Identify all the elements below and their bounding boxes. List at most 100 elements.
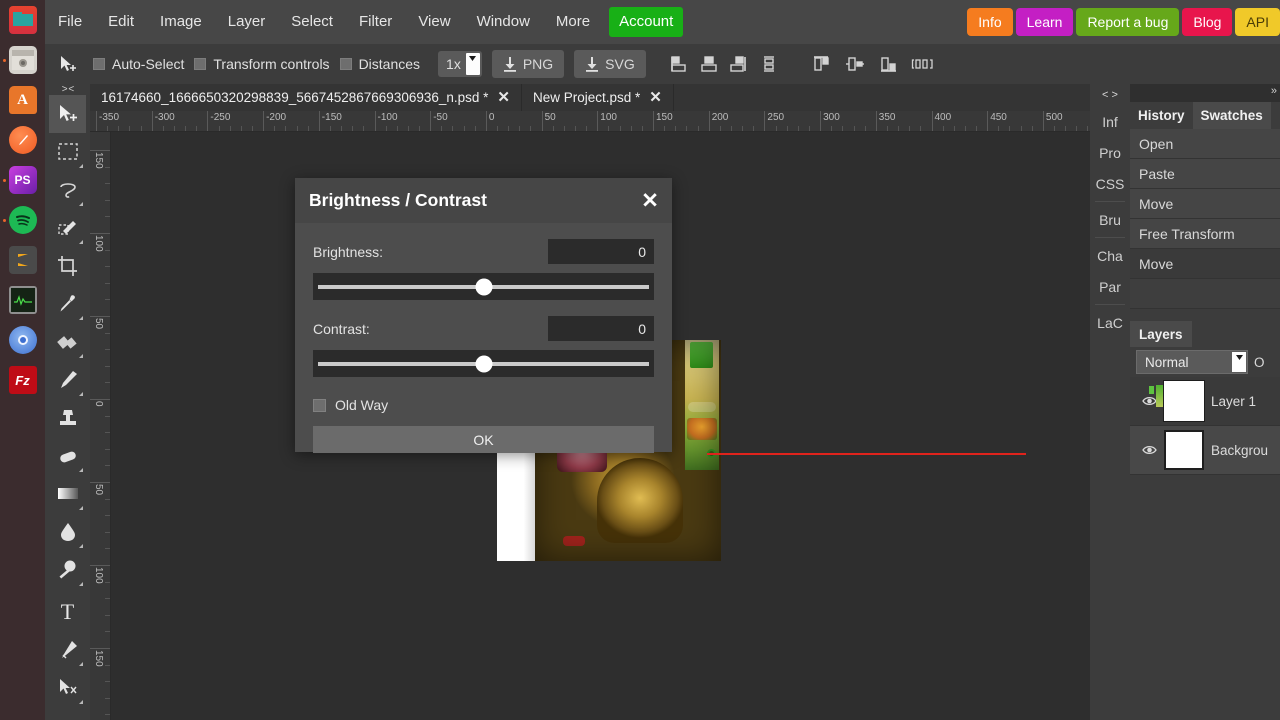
gradient-tool-icon[interactable] (49, 475, 86, 513)
menu-item-select[interactable]: Select (278, 8, 346, 36)
dock-item-photoshop[interactable]: PS (0, 160, 45, 200)
layer-row-layer-1[interactable]: Layer 1 (1130, 377, 1280, 426)
checkbox-box[interactable] (339, 58, 352, 70)
checkbox-box[interactable] (313, 398, 326, 412)
tab-swatches[interactable]: Swatches (1192, 102, 1271, 129)
dock-item-archive-manager[interactable] (0, 40, 45, 80)
menu-item-view[interactable]: View (405, 8, 463, 36)
menu-item-file[interactable]: File (45, 8, 95, 36)
contrast-slider[interactable] (313, 350, 654, 377)
horizontal-ruler[interactable]: -350 -300 -250 -200 -150 -100 -50 0 50 100 150 200 2… (90, 111, 1090, 132)
history-entry-move-selected[interactable]: Move (1130, 249, 1280, 279)
right-strip-collapse-button[interactable]: < > (1102, 84, 1118, 106)
info-button[interactable]: Info (967, 8, 1013, 36)
right-strip-item-character[interactable]: Cha (1090, 240, 1130, 271)
chevron-down-icon[interactable] (1232, 352, 1246, 372)
old-way-checkbox[interactable]: Old Way (313, 397, 654, 413)
right-strip-item-paragraph[interactable]: Par (1090, 271, 1130, 302)
export-png-button[interactable]: PNG (491, 50, 565, 78)
ok-button[interactable]: OK (313, 426, 654, 453)
report-a-bug-button[interactable]: Report a bug (1076, 8, 1180, 36)
blur-tool-icon[interactable] (49, 513, 86, 551)
align-center-horizontal-icon[interactable] (696, 51, 722, 77)
eye-icon[interactable] (1142, 444, 1157, 456)
tab-layers[interactable]: Layers (1130, 321, 1192, 347)
close-icon[interactable]: ✕ (638, 190, 662, 211)
layer-thumbnail[interactable] (1164, 430, 1204, 470)
right-strip-item-css[interactable]: CSS (1090, 168, 1130, 199)
right-strip-item-layer-comps[interactable]: LaC (1090, 307, 1130, 338)
guide-line[interactable] (707, 453, 1026, 455)
zoom-level-select[interactable]: 1x (438, 51, 482, 77)
checkbox-box[interactable] (93, 58, 105, 70)
magic-wand-tool-icon[interactable] (49, 209, 86, 247)
right-strip-item-info[interactable]: Inf (1090, 106, 1130, 137)
chevron-down-icon[interactable] (465, 53, 480, 75)
brightness-input[interactable]: 0 (548, 239, 654, 264)
blog-button[interactable]: Blog (1182, 8, 1233, 36)
pen-tool-icon[interactable] (49, 631, 86, 669)
align-right-icon[interactable] (726, 51, 752, 77)
menu-item-filter[interactable]: Filter (346, 8, 405, 36)
align-top-icon[interactable] (808, 51, 834, 77)
align-middle-icon[interactable] (842, 51, 868, 77)
learn-button[interactable]: Learn (1015, 8, 1074, 36)
brightness-contrast-dialog[interactable]: Brightness / Contrast ✕ Brightness: 0 Co… (295, 178, 672, 453)
close-icon[interactable]: ✕ (497, 90, 510, 105)
lasso-tool-icon[interactable] (49, 171, 86, 209)
dock-item-files[interactable] (0, 0, 45, 40)
eye-icon[interactable] (1142, 395, 1157, 407)
slider-knob[interactable] (475, 278, 492, 295)
align-bottom-icon[interactable] (876, 51, 902, 77)
transform-controls-checkbox[interactable]: Transform controls (194, 56, 330, 72)
dock-item-filezilla[interactable]: Fz (0, 360, 45, 400)
slider-knob[interactable] (475, 355, 492, 372)
crop-tool-icon[interactable] (49, 247, 86, 285)
contrast-input[interactable]: 0 (548, 316, 654, 341)
menu-item-more[interactable]: More (543, 8, 603, 36)
dodge-tool-icon[interactable] (49, 551, 86, 589)
export-svg-button[interactable]: SVG (574, 50, 646, 78)
blend-mode-select[interactable]: Normal (1136, 350, 1248, 374)
history-entry-paste[interactable]: Paste (1130, 159, 1280, 189)
shape-tool-icon[interactable] (49, 707, 86, 720)
rectangular-marquee-tool-icon[interactable] (49, 133, 86, 171)
dialog-titlebar[interactable]: Brightness / Contrast ✕ (295, 178, 672, 223)
tab-history[interactable]: History (1130, 102, 1193, 129)
history-entry-open[interactable]: Open (1130, 129, 1280, 159)
distances-checkbox[interactable]: Distances (339, 56, 420, 72)
menu-item-window[interactable]: Window (464, 8, 543, 36)
path-selection-tool-icon[interactable] (49, 669, 86, 707)
right-strip-item-properties[interactable]: Pro (1090, 137, 1130, 168)
layer-row-background[interactable]: Backgrou (1130, 426, 1280, 475)
right-strip-item-brushes[interactable]: Bru (1090, 204, 1130, 235)
auto-select-checkbox[interactable]: Auto-Select (93, 56, 184, 72)
clone-stamp-tool-icon[interactable] (49, 399, 86, 437)
distribute-horizontal-icon[interactable] (910, 51, 936, 77)
layer-thumbnail[interactable] (1149, 380, 1205, 422)
history-entry-free-transform[interactable]: Free Transform (1130, 219, 1280, 249)
document-tab-active[interactable]: 16174660_1666650320298839_56674528676693… (90, 84, 522, 111)
checkbox-box[interactable] (194, 58, 207, 70)
toolbox-collapse-button[interactable]: > < (45, 84, 90, 95)
api-button[interactable]: API (1235, 8, 1280, 36)
patch-tool-icon[interactable] (49, 323, 86, 361)
brightness-slider[interactable] (313, 273, 654, 300)
dock-item-system-monitor[interactable] (0, 280, 45, 320)
dock-item-compass[interactable] (0, 120, 45, 160)
menu-item-edit[interactable]: Edit (95, 8, 147, 36)
close-icon[interactable]: ✕ (649, 90, 662, 105)
menu-item-layer[interactable]: Layer (215, 8, 279, 36)
menu-item-image[interactable]: Image (147, 8, 215, 36)
distribute-vertical-icon[interactable] (756, 51, 782, 77)
dock-item-chromium[interactable] (0, 320, 45, 360)
chevron-right-icon[interactable]: » (1271, 85, 1277, 97)
eyedropper-tool-icon[interactable] (49, 285, 86, 323)
text-tool-icon[interactable]: T (49, 593, 86, 631)
dock-item-acrobat[interactable]: A (0, 80, 45, 120)
dock-item-spotify[interactable] (0, 200, 45, 240)
align-left-icon[interactable] (666, 51, 692, 77)
vertical-ruler[interactable]: 150 100 50 0 50 100 150 (90, 132, 111, 720)
eraser-tool-icon[interactable] (49, 437, 86, 475)
history-entry-move[interactable]: Move (1130, 189, 1280, 219)
